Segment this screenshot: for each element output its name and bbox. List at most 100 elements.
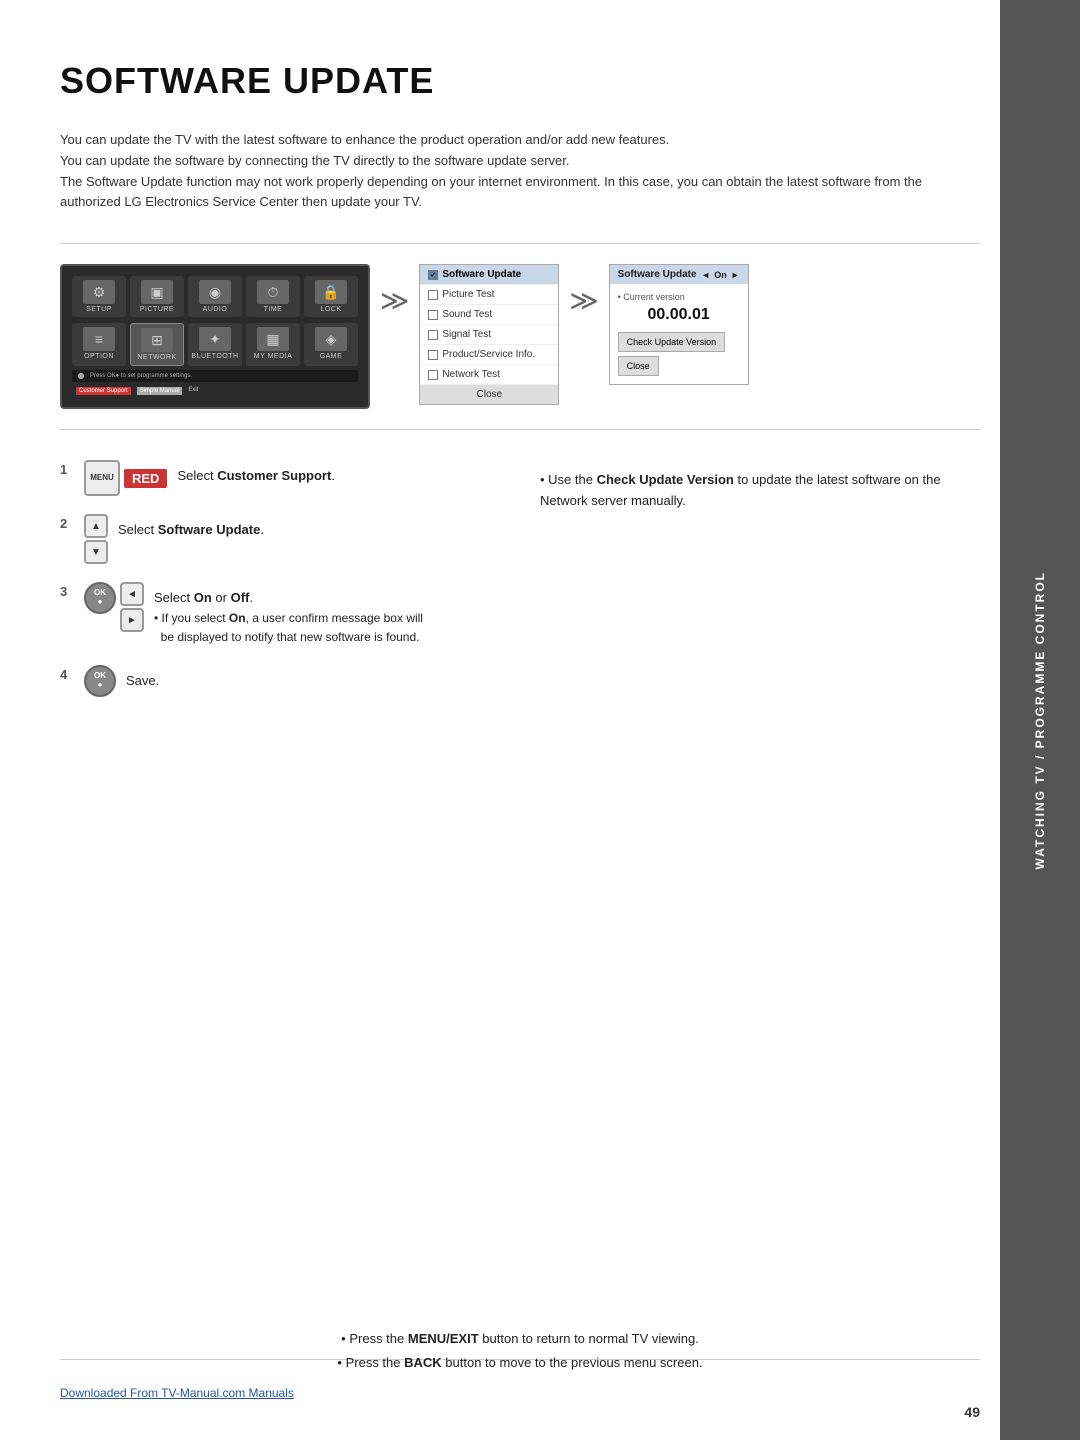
step-4-text: Save. [126,665,159,691]
game-label: GAME [320,353,343,360]
step-3: 3 OK● ◄ ► Select On or Off. • If you sel… [60,582,500,647]
next-button[interactable]: ► [120,608,144,632]
tv-menu-network: ⊞ NETWORK [130,323,184,366]
check-icon-product [428,350,438,360]
prev-button[interactable]: ◄ [120,582,144,606]
right-panel-nav: ◄ On ► [701,270,739,280]
step-number-3: 3 [60,582,74,599]
picture-icon: ▣ [141,280,173,304]
network-label: NETWORK [137,354,176,361]
steps-section: 1 MENU RED Select Customer Support. 2 ▲ … [60,460,980,715]
menu-item-signal-test: Signal Test [420,325,558,345]
menu-button[interactable]: MENU [84,460,120,496]
step-number-1: 1 [60,460,74,477]
right-panel-body: • Current version 00.00.01 Check Update … [610,284,748,384]
close-button[interactable]: Close [618,356,659,376]
page-title: SOFTWARE UPDATE [60,60,980,102]
tv-bottom-text: Press OK● to set programme settings. [90,373,192,379]
tv-dot [78,373,84,379]
tv-menu-time: ⏱ TIME [246,276,300,317]
lock-icon: 🔒 [315,280,347,304]
tv-menu-picture: ▣ PICTURE [130,276,184,317]
game-icon: ◈ [315,327,347,351]
step-1-icons: MENU RED [84,460,167,496]
step-number-4: 4 [60,665,74,682]
red-label: RED [124,469,167,488]
footer-note-2: • Press the BACK button to move to the p… [60,1351,980,1374]
step-4: 4 OK● Save. [60,665,500,697]
nav-manual: Simple Manual [137,387,183,395]
screenshots-section: ⚙ SETUP ▣ PICTURE ◉ AUDIO ⏱ TIME 🔒 LO [60,243,980,430]
tv-bottom-bar: Press OK● to set programme settings. [72,370,358,382]
tv-menu-audio: ◉ AUDIO [188,276,242,317]
nav-customer: Customer Support [76,387,131,395]
right-panel-header: Software Update ◄ On ► [610,265,748,284]
right-panel: Software Update ◄ On ► • Current version… [609,264,749,385]
footer-notes: • Press the MENU/EXIT button to return t… [60,1327,980,1374]
check-icon-sound [428,310,438,320]
tv-menu-lock: 🔒 LOCK [304,276,358,317]
nav-exit: Exit [188,387,198,395]
option-icon: ≡ [83,327,115,351]
up-button[interactable]: ▲ [84,514,108,538]
network-icon: ⊞ [141,328,173,352]
picture-label: PICTURE [140,306,174,313]
intro-text: You can update the TV with the latest so… [60,130,980,213]
check-icon-picture [428,290,438,300]
steps-left: 1 MENU RED Select Customer Support. 2 ▲ … [60,460,500,715]
menu-item-product-info: Product/Service Info. [420,345,558,365]
nav-left-arrow: ◄ [701,270,710,280]
steps-right: • Use the Check Update Version to update… [540,460,980,715]
setup-icon: ⚙ [83,280,115,304]
setup-label: SETUP [86,306,112,313]
audio-icon: ◉ [199,280,231,304]
time-label: TIME [264,306,283,313]
ok-button-3[interactable]: OK● [84,582,116,614]
step-1-text: Select Customer Support. [177,460,335,486]
nav-on-label: On [714,270,727,280]
tv-menu-option: ≡ OPTION [72,323,126,366]
lock-label: LOCK [320,306,341,313]
check-icon-signal [428,330,438,340]
footer-link[interactable]: Downloaded From TV-Manual.com Manuals [60,1386,294,1400]
menu-item-network-test: Network Test [420,365,558,385]
down-button[interactable]: ▼ [84,540,108,564]
step-2: 2 ▲ ▼ Select Software Update. [60,514,500,564]
page-number: 49 [964,1404,980,1420]
check-icon-software: ✓ [428,270,438,280]
menu-close-button[interactable]: Close [420,385,558,404]
arrow-right-2: ≫ [569,264,598,317]
step-1: 1 MENU RED Select Customer Support. [60,460,500,496]
current-version-label: • Current version [618,292,740,302]
step-2-icons: ▲ ▼ [84,514,108,564]
tv-menu-bluetooth: ✦ BLUETOOTH [188,323,242,366]
tv-menu-row1: ⚙ SETUP ▣ PICTURE ◉ AUDIO ⏱ TIME 🔒 LO [72,276,358,317]
right-panel-title: Software Update [618,269,697,280]
step-3-text: Select On or Off. • If you select On, a … [154,582,423,647]
menu-item-picture-test: Picture Test [420,285,558,305]
version-number: 00.00.01 [618,306,740,324]
nav-right-arrow: ► [731,270,740,280]
time-icon: ⏱ [257,280,289,304]
step-3-icons: OK● ◄ ► [84,582,144,632]
note-check-update: • Use the Check Update Version to update… [540,470,980,512]
tv-menu-row2: ≡ OPTION ⊞ NETWORK ✦ BLUETOOTH ▦ MY MEDI… [72,323,358,366]
check-update-button[interactable]: Check Update Version [618,332,726,352]
menu-panel: ✓ Software Update Picture Test Sound Tes… [419,264,559,405]
mymedia-label: MY MEDIA [254,353,293,360]
sidebar-label: WATCHING TV / PROGRAMME CONTROL [1033,571,1047,869]
tv-menu-game: ◈ GAME [304,323,358,366]
tv-menu-setup: ⚙ SETUP [72,276,126,317]
arrow-right-1: ≫ [380,264,409,317]
menu-item-sound-test: Sound Test [420,305,558,325]
ok-button-4[interactable]: OK● [84,665,116,697]
audio-label: AUDIO [203,306,228,313]
bluetooth-label: BLUETOOTH [191,353,238,360]
tv-screen: ⚙ SETUP ▣ PICTURE ◉ AUDIO ⏱ TIME 🔒 LO [60,264,370,409]
sidebar-vertical: WATCHING TV / PROGRAMME CONTROL [1000,0,1080,1440]
footer-note-1: • Press the MENU/EXIT button to return t… [60,1327,980,1350]
step-2-text: Select Software Update. [118,514,264,540]
tv-menu-mymedia: ▦ MY MEDIA [246,323,300,366]
option-label: OPTION [84,353,114,360]
footer: • Press the MENU/EXIT button to return t… [60,1327,980,1400]
